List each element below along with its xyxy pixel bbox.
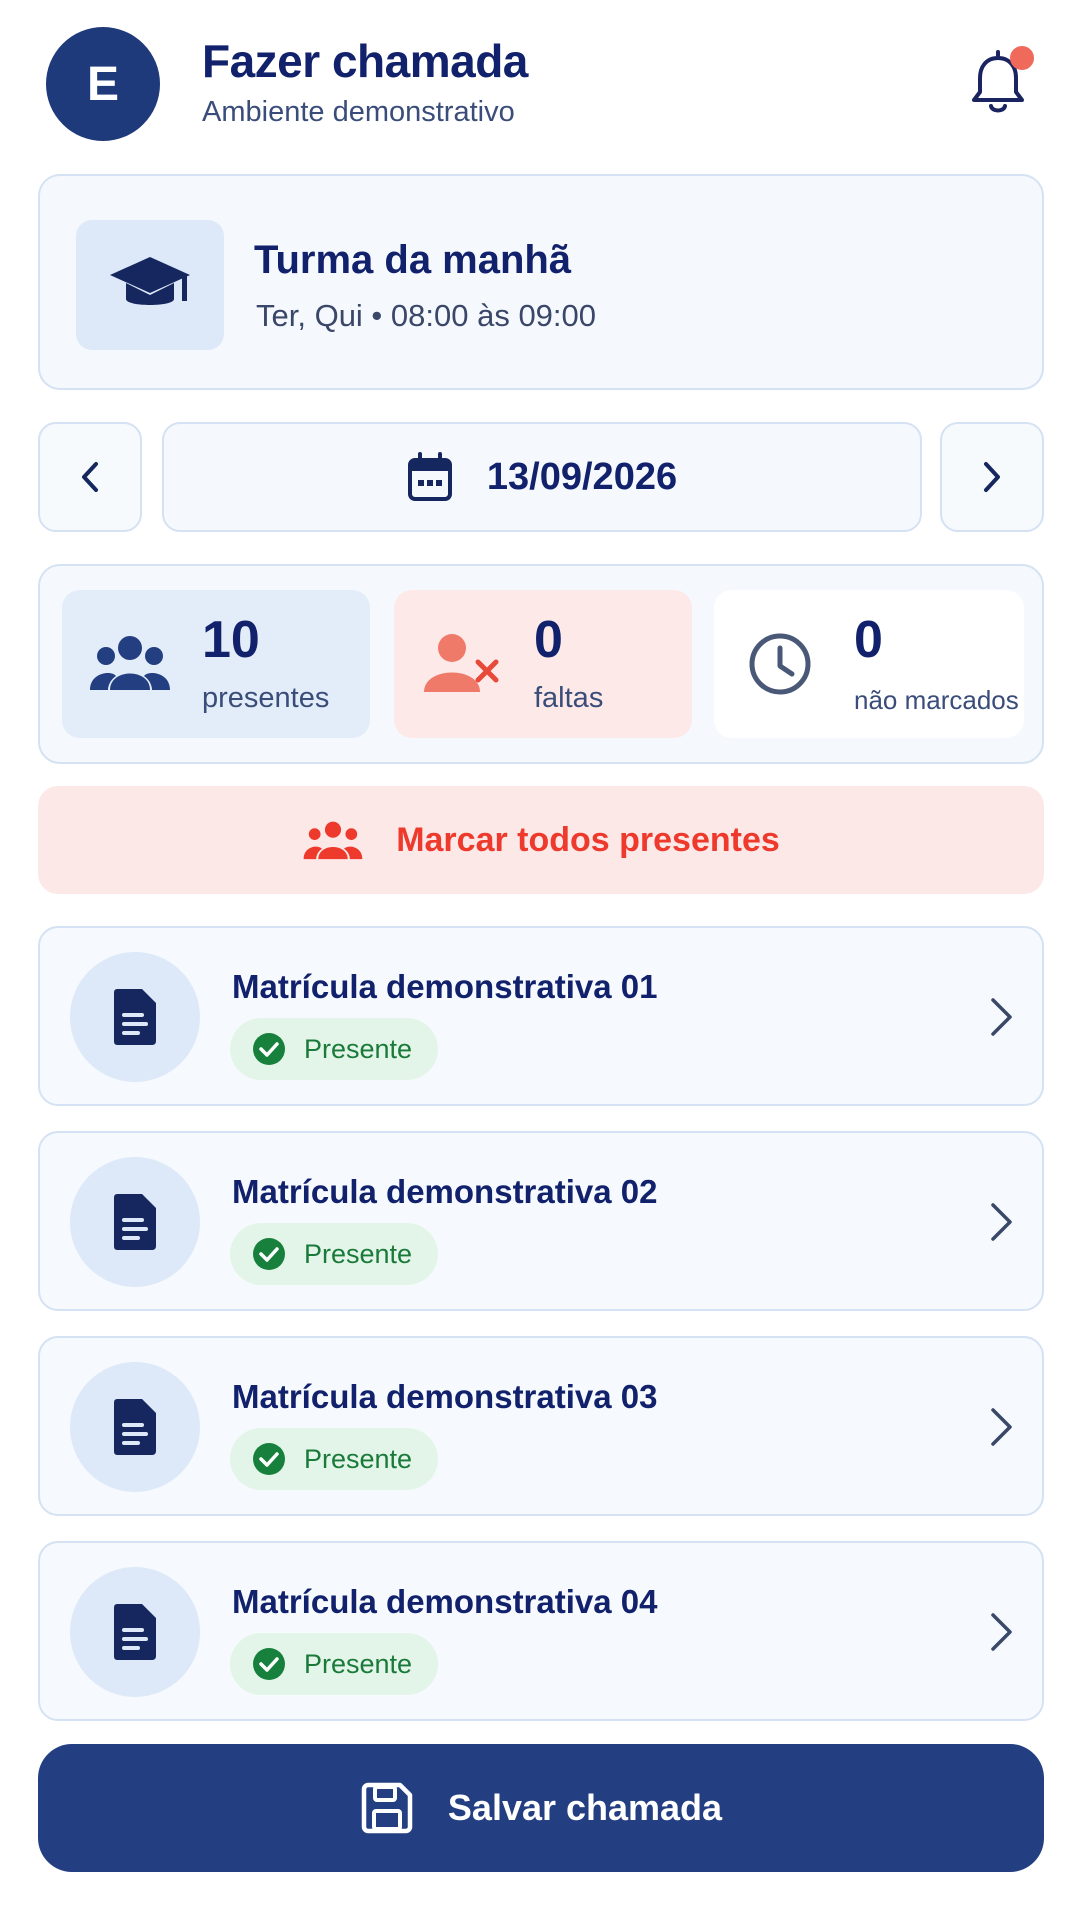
save-icon xyxy=(361,1782,413,1834)
present-count: 10 xyxy=(202,611,260,669)
check-circle-icon xyxy=(253,1238,285,1270)
chevron-right-icon xyxy=(991,998,1012,1036)
save-attendance-button[interactable]: Salvar chamada xyxy=(38,1744,1044,1872)
student-avatar xyxy=(70,952,200,1082)
calendar-icon xyxy=(407,452,452,501)
next-date-button[interactable] xyxy=(940,422,1044,532)
status-badge[interactable]: Presente xyxy=(230,1018,439,1080)
user-x-icon xyxy=(424,634,499,692)
save-label: Salvar chamada xyxy=(447,1787,723,1828)
status-text: Presente xyxy=(304,1033,413,1064)
clock-icon xyxy=(749,633,811,695)
chevron-right-icon xyxy=(984,462,1000,492)
class-schedule: Ter, Qui • 08:00 às 09:00 xyxy=(256,298,597,333)
student-row[interactable]: Matrícula demonstrativa 02 Presente xyxy=(38,1131,1044,1311)
student-row[interactable]: Matrícula demonstrativa 01 Presente xyxy=(38,926,1044,1106)
document-icon xyxy=(114,1604,156,1660)
chevron-left-icon xyxy=(82,462,98,492)
notification-dot xyxy=(1010,46,1034,70)
document-icon xyxy=(114,1399,156,1455)
status-text: Presente xyxy=(304,1648,413,1679)
previous-date-button[interactable] xyxy=(38,422,142,532)
users-icon xyxy=(90,636,170,690)
chevron-right-icon xyxy=(991,1613,1012,1651)
mark-all-label: Marcar todos presentes xyxy=(396,820,780,859)
status-badge[interactable]: Presente xyxy=(230,1633,439,1695)
student-avatar xyxy=(70,1567,200,1697)
chevron-right-icon xyxy=(991,1408,1012,1446)
date-selector[interactable]: 13/09/2026 xyxy=(162,422,922,532)
stat-present: 10 presentes xyxy=(62,590,370,738)
attendance-summary: 10 presentes 0 faltas 0 não marcados xyxy=(38,564,1044,764)
document-icon xyxy=(114,989,156,1045)
graduation-cap-icon xyxy=(110,257,190,305)
check-circle-icon xyxy=(253,1033,285,1065)
status-text: Presente xyxy=(304,1238,413,1269)
check-circle-icon xyxy=(253,1443,285,1475)
student-avatar xyxy=(70,1157,200,1287)
student-name: Matrícula demonstrativa 03 xyxy=(232,1378,658,1415)
absent-label: faltas xyxy=(534,682,604,714)
stat-unmarked: 0 não marcados xyxy=(714,590,1024,738)
status-text: Presente xyxy=(304,1443,413,1474)
absent-count: 0 xyxy=(534,611,563,669)
check-circle-icon xyxy=(253,1648,285,1680)
status-badge[interactable]: Presente xyxy=(230,1428,439,1490)
present-label: presentes xyxy=(202,682,330,714)
status-badge[interactable]: Presente xyxy=(230,1223,439,1285)
app-header: E Fazer chamada Ambiente demonstrativo xyxy=(0,0,1080,170)
student-name: Matrícula demonstrativa 01 xyxy=(232,968,658,1005)
users-icon xyxy=(303,821,363,860)
student-row[interactable]: Matrícula demonstrativa 03 Presente xyxy=(38,1336,1044,1516)
page-title: Fazer chamada xyxy=(202,35,528,87)
chevron-right-icon xyxy=(991,1203,1012,1241)
stat-absent: 0 faltas xyxy=(394,590,692,738)
class-card: Turma da manhã Ter, Qui • 08:00 às 09:00 xyxy=(38,174,1044,390)
student-name: Matrícula demonstrativa 04 xyxy=(232,1583,658,1620)
avatar[interactable]: E xyxy=(46,27,160,141)
unmarked-label: não marcados xyxy=(854,685,1019,715)
attendance-screen: E Fazer chamada Ambiente demonstrativo T… xyxy=(0,0,1080,1920)
selected-date: 13/09/2026 xyxy=(486,455,678,498)
student-avatar xyxy=(70,1362,200,1492)
document-icon xyxy=(114,1194,156,1250)
student-row[interactable]: Matrícula demonstrativa 04 Presente xyxy=(38,1541,1044,1721)
page-subtitle: Ambiente demonstrativo xyxy=(202,96,515,128)
unmarked-count: 0 xyxy=(854,611,883,669)
student-name: Matrícula demonstrativa 02 xyxy=(232,1173,658,1210)
class-icon-box xyxy=(76,220,224,350)
class-name: Turma da manhã xyxy=(254,238,572,282)
mark-all-present-button[interactable]: Marcar todos presentes xyxy=(38,786,1044,894)
